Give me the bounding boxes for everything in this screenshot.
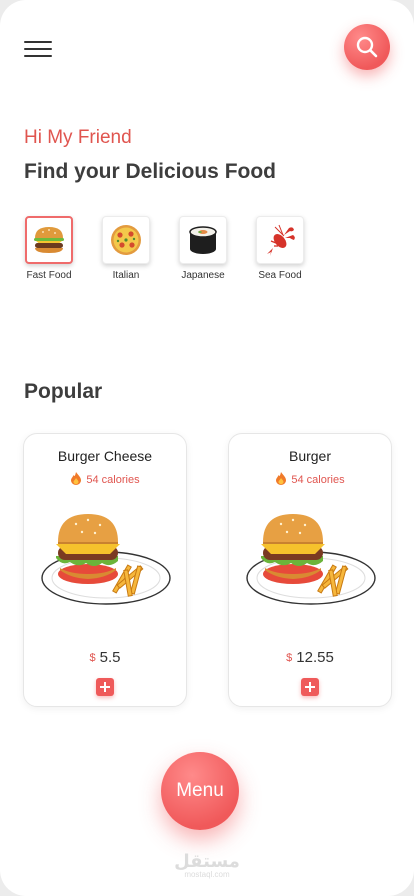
price-label: $5.5 — [24, 649, 186, 666]
food-card[interactable]: Burger 54 calories $ 12.55 — [228, 433, 392, 707]
menu-button[interactable]: Menu — [161, 752, 239, 830]
category-icon-box — [102, 216, 150, 264]
burger-icon — [34, 227, 64, 253]
burger-plate-image — [246, 514, 376, 605]
calories-text: 54 calories — [86, 474, 140, 486]
add-to-cart-button[interactable] — [96, 678, 114, 696]
app-screen: Hi My Friend Find your Delicious Food Fa… — [0, 0, 414, 896]
search-button[interactable] — [344, 24, 390, 70]
category-label: Japanese — [181, 270, 225, 281]
food-name: Burger Cheese — [57, 448, 153, 464]
category-sea-food[interactable]: Sea Food — [245, 216, 315, 281]
category-icon-box — [256, 216, 304, 264]
calories-text: 54 calories — [291, 474, 345, 486]
category-label: Fast Food — [26, 270, 72, 281]
category-label: Sea Food — [258, 270, 302, 281]
watermark: مستقل mostaql.com — [0, 852, 414, 879]
menu-line — [24, 41, 52, 43]
category-japanese[interactable]: Japanese — [168, 216, 238, 281]
category-icon-box — [25, 216, 73, 264]
fire-icon — [276, 472, 287, 485]
currency-symbol: $ — [89, 652, 96, 664]
category-italian[interactable]: Italian — [91, 216, 161, 281]
food-card[interactable]: Burger Cheese 54 calories $ 5.5 — [23, 433, 187, 707]
currency-symbol: $ — [286, 652, 293, 664]
hamburger-menu-button[interactable] — [24, 40, 52, 60]
page-headline: Find your Delicious Food — [24, 160, 276, 183]
greeting-text: Hi My Friend — [24, 127, 132, 148]
add-to-cart-button[interactable] — [301, 678, 319, 696]
sushi-icon — [189, 226, 217, 254]
category-icon-box — [179, 216, 227, 264]
fire-icon — [71, 472, 82, 485]
calories-label: 54 calories — [229, 472, 391, 486]
watermark-url: mostaql.com — [184, 870, 230, 879]
food-name: Burger — [288, 448, 332, 464]
search-icon — [356, 36, 378, 58]
price-label: $12.55 — [229, 649, 391, 666]
menu-line — [24, 48, 52, 50]
watermark-arabic: مستقل — [174, 851, 240, 871]
price-value: 5.5 — [99, 649, 121, 666]
price-value: 12.55 — [296, 649, 334, 666]
category-label: Italian — [112, 270, 140, 281]
burger-plate-image — [41, 514, 171, 605]
calories-label: 54 calories — [24, 472, 186, 486]
pizza-icon — [111, 225, 141, 255]
menu-line — [24, 55, 52, 57]
popular-section-title: Popular — [24, 380, 103, 403]
category-fast-food[interactable]: Fast Food — [14, 216, 84, 281]
lobster-icon — [267, 224, 295, 256]
